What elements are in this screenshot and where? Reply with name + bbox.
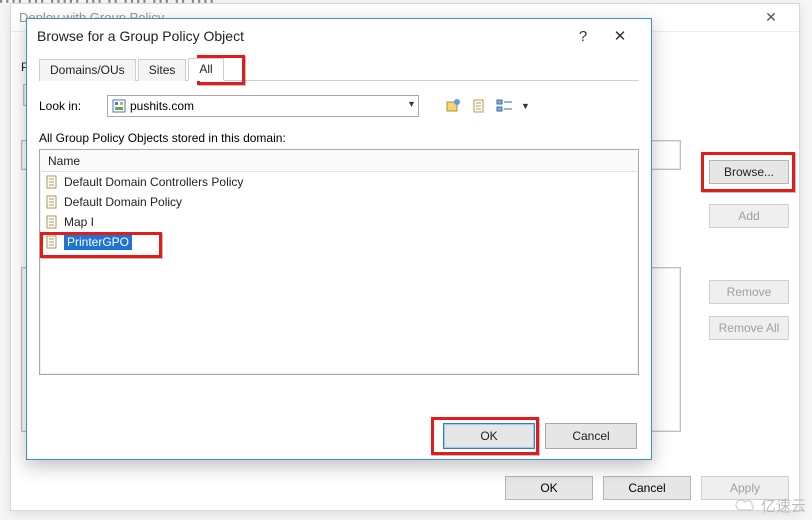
parent-ok-button[interactable]: OK bbox=[505, 476, 593, 500]
tab-domains-ous[interactable]: Domains/OUs bbox=[39, 59, 136, 81]
remove-all-button[interactable]: Remove All bbox=[709, 316, 789, 340]
gpo-icon bbox=[44, 175, 60, 189]
annotation-highlight bbox=[40, 232, 162, 258]
browse-cancel-button[interactable]: Cancel bbox=[545, 423, 637, 449]
toolbar-icons: ▼ bbox=[443, 96, 530, 116]
browse-button[interactable]: Browse... bbox=[709, 160, 789, 184]
browse-gpo-dialog: Browse for a Group Policy Object ? ✕ Dom… bbox=[26, 18, 652, 460]
parent-close-button[interactable]: ✕ bbox=[751, 5, 791, 31]
close-icon: ✕ bbox=[765, 9, 777, 26]
domain-icon bbox=[112, 99, 126, 113]
help-button[interactable]: ? bbox=[567, 21, 599, 51]
tab-all[interactable]: All bbox=[188, 58, 223, 81]
add-button[interactable]: Add bbox=[709, 204, 789, 228]
browse-close-button[interactable]: ✕ bbox=[599, 21, 641, 51]
browse-titlebar: Browse for a Group Policy Object ? ✕ bbox=[27, 19, 651, 53]
browse-title: Browse for a Group Policy Object bbox=[37, 28, 567, 44]
view-menu-icon[interactable] bbox=[495, 96, 515, 116]
chevron-down-icon: ▾ bbox=[409, 99, 414, 110]
help-icon: ? bbox=[579, 28, 587, 45]
look-in-value: pushits.com bbox=[130, 99, 194, 113]
gpo-list[interactable]: Name Default Domain Controllers Policy D… bbox=[39, 149, 639, 375]
list-item[interactable]: Default Domain Policy bbox=[40, 192, 638, 212]
parent-cancel-button[interactable]: Cancel bbox=[603, 476, 691, 500]
new-container-icon[interactable] bbox=[443, 96, 463, 116]
chevron-down-icon: ▼ bbox=[521, 101, 530, 111]
gpo-icon bbox=[44, 215, 60, 229]
list-label: All Group Policy Objects stored in this … bbox=[39, 131, 639, 145]
browse-body: Domains/OUs Sites All Look in: pushits.c… bbox=[27, 53, 651, 459]
tab-sites[interactable]: Sites bbox=[138, 59, 187, 81]
annotation-highlight bbox=[431, 417, 539, 455]
gpo-icon bbox=[44, 195, 60, 209]
look-in-row: Look in: pushits.com ▾ ▼ bbox=[39, 95, 639, 117]
remove-button[interactable]: Remove bbox=[709, 280, 789, 304]
column-header-name[interactable]: Name bbox=[40, 150, 638, 172]
list-item[interactable]: Default Domain Controllers Policy bbox=[40, 172, 638, 192]
tab-strip: Domains/OUs Sites All bbox=[39, 57, 639, 81]
parent-apply-button[interactable]: Apply bbox=[701, 476, 789, 500]
parent-button-bar: OK Cancel Apply bbox=[505, 476, 789, 500]
look-in-combo[interactable]: pushits.com ▾ bbox=[107, 95, 419, 117]
look-in-label: Look in: bbox=[39, 99, 99, 113]
new-gpo-icon[interactable] bbox=[469, 96, 489, 116]
list-item[interactable]: Map I bbox=[40, 212, 638, 232]
close-icon: ✕ bbox=[614, 27, 627, 45]
